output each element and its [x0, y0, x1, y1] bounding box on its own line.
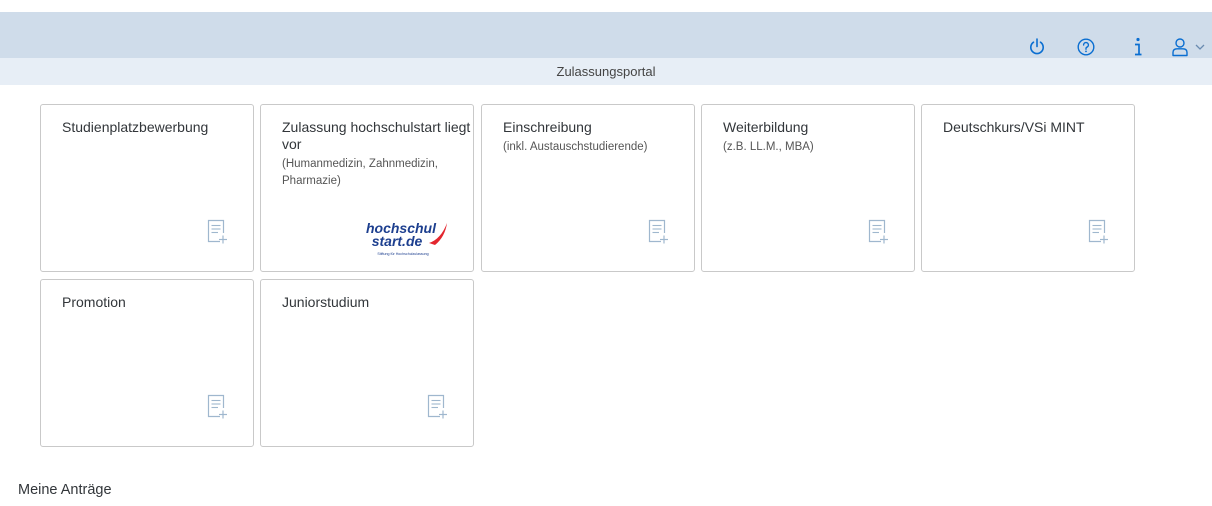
form-add-icon	[207, 394, 227, 419]
logo-tagline: Stiftung für Hochschulzulassung	[377, 252, 428, 256]
tile-juniorstudium[interactable]: Juniorstudium	[260, 279, 474, 447]
user-icon	[1171, 38, 1188, 57]
tile-title-text: Einschreibung	[503, 119, 592, 135]
tile-title-text: Weiterbildung	[723, 119, 809, 135]
tile-studienplatzbewerbung[interactable]: Studienplatzbewerbung	[40, 104, 254, 272]
info-icon	[1135, 37, 1142, 56]
tile-subtitle: (z.B. LL.M., MBA)	[723, 141, 814, 153]
tile-weiterbildung[interactable]: Weiterbildung (z.B. LL.M., MBA)	[701, 104, 915, 272]
tile-title: Juniorstudium	[282, 294, 370, 310]
section-title-meine-antraege: Meine Anträge	[18, 482, 112, 498]
power-icon	[1030, 38, 1044, 55]
form-add-icon	[648, 219, 668, 244]
tile-einschreibung[interactable]: Einschreibung (inkl. Austauschstudierend…	[481, 104, 695, 272]
form-add-icon	[1088, 219, 1108, 244]
tile-title: Einschreibung (inkl. Austauschstudierend…	[503, 119, 693, 156]
page-title: Zulassungsportal	[0, 58, 1212, 85]
tile-subtitle: (inkl. Austauschstudierende)	[503, 141, 648, 153]
tile-title: Deutschkurs/VSi MINT	[943, 119, 1085, 135]
logo-line2: start.de	[372, 233, 423, 249]
form-add-icon	[427, 394, 447, 419]
tile-title: Promotion	[62, 294, 126, 310]
tile-title-text: Zulassung hochschulstart liegt vor	[282, 119, 471, 152]
tile-subtitle: (Humanmedizin, Zahnmedizin, Pharmazie)	[282, 158, 438, 187]
tile-title: Studienplatzbewerbung	[62, 119, 209, 135]
tile-promotion[interactable]: Promotion	[40, 279, 254, 447]
tile-zulassung-hochschulstart[interactable]: Zulassung hochschulstart liegt vor (Huma…	[260, 104, 474, 272]
help-icon	[1077, 38, 1095, 56]
hochschulstart-logo: hochschul start.de Stiftung für Hochschu…	[366, 220, 447, 256]
tile-title: Zulassung hochschulstart liegt vor (Huma…	[282, 119, 472, 190]
form-add-icon	[868, 219, 888, 244]
tile-deutschkurs[interactable]: Deutschkurs/VSi MINT	[921, 104, 1135, 272]
shell-header	[0, 0, 1212, 58]
tile-title: Weiterbildung (z.B. LL.M., MBA)	[723, 119, 913, 156]
form-add-icon	[207, 219, 227, 244]
chevron-down-icon	[1195, 44, 1204, 50]
